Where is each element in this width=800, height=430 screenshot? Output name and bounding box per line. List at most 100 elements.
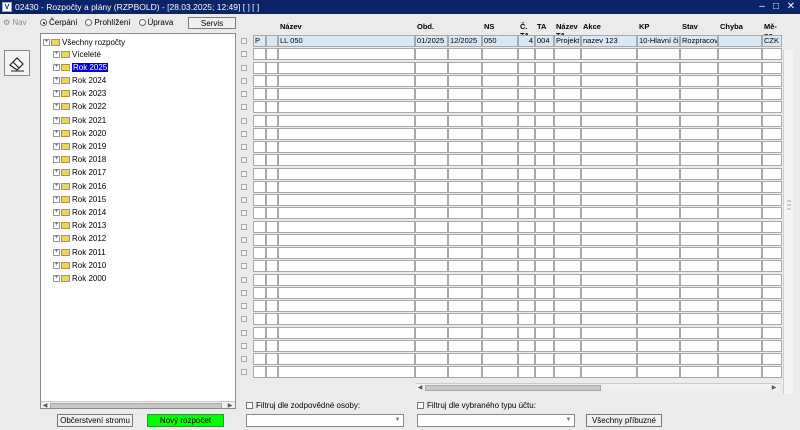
scroll-left-icon[interactable]: ◀ [41,402,49,408]
cell-nazev-ta[interactable] [554,353,581,365]
cell-flag[interactable] [253,286,266,299]
cell-ns[interactable] [482,207,518,220]
cell-obd-to[interactable] [448,326,482,339]
cell-chyba[interactable] [718,247,762,259]
cell-akce[interactable] [581,48,637,61]
cell-sel[interactable] [240,221,253,233]
table-row[interactable] [240,127,782,140]
table-row[interactable] [240,88,782,100]
cell-flag[interactable] [253,247,266,259]
table-row[interactable] [240,260,782,273]
cell-akce[interactable] [581,220,637,233]
cell-nazev[interactable] [278,300,415,312]
cell-obd-from[interactable] [415,180,448,193]
cell-ta[interactable] [535,101,554,114]
expand-icon[interactable]: + [53,235,60,243]
table-row[interactable] [240,233,782,246]
cell-flag[interactable] [253,339,266,352]
table-row[interactable] [240,313,782,326]
cell-nazev[interactable] [278,154,415,167]
filter-account-type-checkbox[interactable] [417,402,424,409]
cell-c-ta[interactable] [518,141,535,153]
expand-icon[interactable]: + [53,76,60,84]
cell-nazev[interactable] [278,339,415,352]
cell-flag[interactable] [253,260,266,273]
row-select-checkbox[interactable] [241,157,247,164]
cell-gap[interactable] [266,366,278,379]
cell-kp[interactable] [637,207,680,220]
row-select-checkbox[interactable] [241,170,247,177]
expand-icon[interactable]: + [53,169,60,177]
scroll-left-icon[interactable]: ◀ [416,384,424,392]
tree-item[interactable]: + Rok 2015 [53,193,106,205]
cell-kp[interactable]: 10-Hlavní čin [637,35,680,47]
cell-mena[interactable] [762,88,782,100]
cell-flag[interactable] [253,220,266,233]
table-row[interactable]: P LL 050 01/2025 12/2025 050 4 004 Projekt nazev… [240,35,782,47]
refresh-tree-button[interactable]: Občerstvení stromu [57,414,133,427]
cell-flag[interactable] [253,167,266,180]
row-select-checkbox[interactable] [241,51,247,58]
cell-chyba[interactable] [718,48,762,61]
row-select-checkbox[interactable] [241,276,247,283]
cell-mena[interactable] [762,286,782,299]
dropdown-arrow-icon[interactable]: ▼ [393,416,402,425]
tree-item[interactable]: + Víceleté [53,48,101,60]
cell-obd-from[interactable] [415,339,448,352]
cell-nazev-ta[interactable] [554,300,581,312]
cell-sel[interactable] [240,260,253,272]
cell-mena[interactable] [762,247,782,259]
cell-gap[interactable] [266,286,278,299]
cell-stav[interactable] [680,74,718,87]
cell-kp[interactable] [637,154,680,167]
cell-ta[interactable] [535,300,554,312]
tree-item[interactable]: + Rok 2024 [53,74,106,86]
cell-nazev-ta[interactable]: Projekt [554,35,581,47]
cell-kp[interactable] [637,127,680,140]
cell-mena[interactable] [762,326,782,339]
expand-icon[interactable]: + [53,63,60,71]
cell-obd-to[interactable]: 12/2025 [448,35,482,47]
cell-chyba[interactable] [718,35,762,47]
cell-kp[interactable] [637,220,680,233]
row-select-checkbox[interactable] [241,130,247,137]
cell-sel[interactable] [240,247,253,259]
cell-mena[interactable] [762,207,782,220]
cell-kp[interactable] [637,313,680,326]
cell-c-ta[interactable] [518,180,535,193]
tree-item[interactable]: + Rok 2025 [53,61,109,73]
cell-ta[interactable] [535,260,554,273]
cell-chyba[interactable] [718,233,762,246]
cell-kp[interactable] [637,339,680,352]
cell-stav[interactable] [680,339,718,352]
cell-c-ta[interactable] [518,194,535,206]
cell-obd-from[interactable] [415,61,448,74]
cell-ns[interactable] [482,154,518,167]
cell-akce[interactable] [581,260,637,273]
table-row[interactable] [240,141,782,153]
cell-chyba[interactable] [718,154,762,167]
cell-stav[interactable]: Rozpracov [680,35,718,47]
grid-vertical-scrollbar[interactable] [783,50,793,394]
cell-akce[interactable] [581,88,637,100]
cell-gap[interactable] [266,207,278,220]
cell-nazev[interactable] [278,101,415,114]
cell-kp[interactable] [637,114,680,127]
cell-ns[interactable] [482,286,518,299]
cell-ns[interactable] [482,48,518,61]
cell-nazev-ta[interactable] [554,141,581,153]
cell-ns[interactable] [482,167,518,180]
cell-chyba[interactable] [718,194,762,206]
cell-nazev-ta[interactable] [554,154,581,167]
cell-c-ta[interactable] [518,154,535,167]
cell-stav[interactable] [680,194,718,206]
cell-ns[interactable] [482,101,518,114]
cell-gap[interactable] [266,61,278,74]
cell-nazev[interactable] [278,260,415,273]
cell-gap[interactable] [266,141,278,153]
cell-ta[interactable] [535,220,554,233]
tree-root[interactable]: + Všechny rozpočty [43,36,125,48]
cell-chyba[interactable] [718,61,762,74]
table-row[interactable] [240,61,782,74]
cell-gap[interactable] [266,313,278,326]
